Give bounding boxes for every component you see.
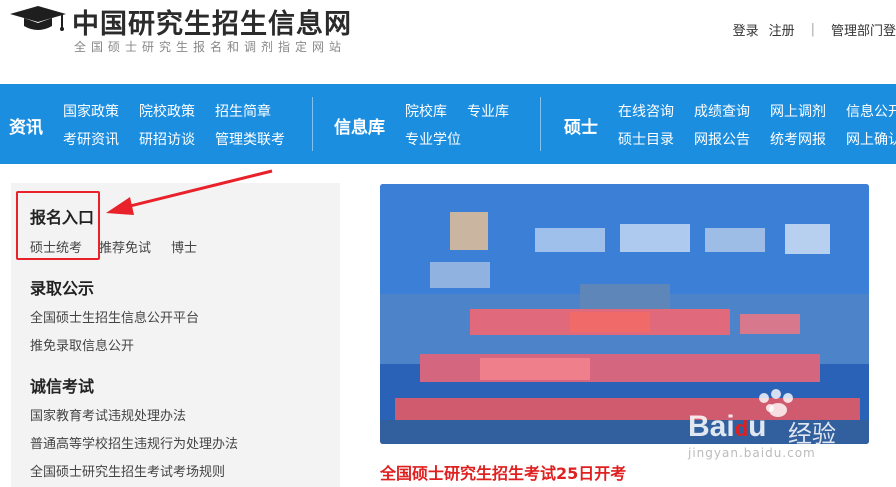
- nav-divider: [540, 97, 541, 151]
- nav-item-master-catalog[interactable]: 硕士目录: [618, 129, 674, 149]
- nav-item-school-db[interactable]: 院校库: [405, 101, 447, 121]
- graduation-cap-logo-icon: [10, 6, 66, 31]
- nav-item-interviews[interactable]: 研招访谈: [139, 129, 195, 149]
- nav-item-management-exam[interactable]: 管理类联考: [215, 129, 285, 149]
- link-admission-violation-rules[interactable]: 普通高等学校招生违规行为处理办法: [30, 433, 238, 452]
- baidu-watermark-cn: 经验: [788, 420, 836, 448]
- nav-item-registration-notice[interactable]: 网报公告: [694, 129, 750, 149]
- main-navigation: 资讯 国家政策 院校政策 招生简章 考研资讯 研招访谈 管理类联考 信息库 院校…: [0, 84, 896, 164]
- annotation-arrow-icon: [106, 169, 273, 215]
- nav-section-news[interactable]: 资讯: [9, 113, 43, 138]
- nav-item-national-policy[interactable]: 国家政策: [63, 101, 119, 121]
- top-links: 登录 注册 | 管理部门登: [733, 20, 896, 39]
- link-recommend-exempt[interactable]: 推荐免试: [99, 237, 151, 256]
- login-link[interactable]: 登录: [733, 20, 759, 39]
- link-exam-room-rules[interactable]: 全国硕士研究生招生考试考场规则: [30, 461, 225, 480]
- admin-login-link[interactable]: 管理部门登: [831, 20, 896, 39]
- nav-section-master[interactable]: 硕士: [564, 113, 598, 138]
- nav-item-score-query[interactable]: 成绩查询: [694, 101, 750, 121]
- nav-item-professional-degree[interactable]: 专业学位: [405, 129, 461, 149]
- nav-item-exam-news[interactable]: 考研资讯: [63, 129, 119, 149]
- link-info-disclosure-platform[interactable]: 全国硕士生招生信息公开平台: [30, 307, 199, 326]
- nav-item-major-db[interactable]: 专业库: [467, 101, 509, 121]
- banner-caption-link[interactable]: 全国硕士研究生招生考试25日开考: [380, 460, 626, 484]
- site-subtitle: 全国硕士研究生报名和调剂指定网站: [74, 40, 347, 54]
- nav-item-online-confirmation[interactable]: 网上确认: [846, 129, 896, 149]
- nav-item-admission-brochure[interactable]: 招生简章: [215, 101, 271, 121]
- admission-notice-heading: 录取公示: [30, 279, 95, 298]
- link-doctoral[interactable]: 博士: [171, 237, 197, 256]
- top-links-divider: |: [810, 22, 815, 37]
- nav-item-school-policy[interactable]: 院校政策: [139, 101, 195, 121]
- nav-section-database[interactable]: 信息库: [334, 113, 385, 138]
- nav-divider: [312, 97, 313, 151]
- nav-item-unified-registration[interactable]: 统考网报: [770, 129, 826, 149]
- integrity-exam-heading: 诚信考试: [30, 377, 95, 396]
- link-violation-rules[interactable]: 国家教育考试违规处理办法: [30, 405, 186, 424]
- annotation-highlight-box: [16, 191, 100, 260]
- baidu-watermark-text: Baidu: [688, 410, 767, 443]
- nav-item-online-consult[interactable]: 在线咨询: [618, 101, 674, 121]
- nav-item-online-adjustment[interactable]: 网上调剂: [770, 101, 826, 121]
- baidu-watermark-url: jingyan.baidu.com: [688, 446, 816, 460]
- nav-item-info-disclosure[interactable]: 信息公开: [846, 101, 896, 121]
- link-recommend-admission[interactable]: 推免录取信息公开: [30, 335, 134, 354]
- register-link[interactable]: 注册: [769, 20, 795, 39]
- site-title: 中国研究生招生信息网: [72, 9, 352, 40]
